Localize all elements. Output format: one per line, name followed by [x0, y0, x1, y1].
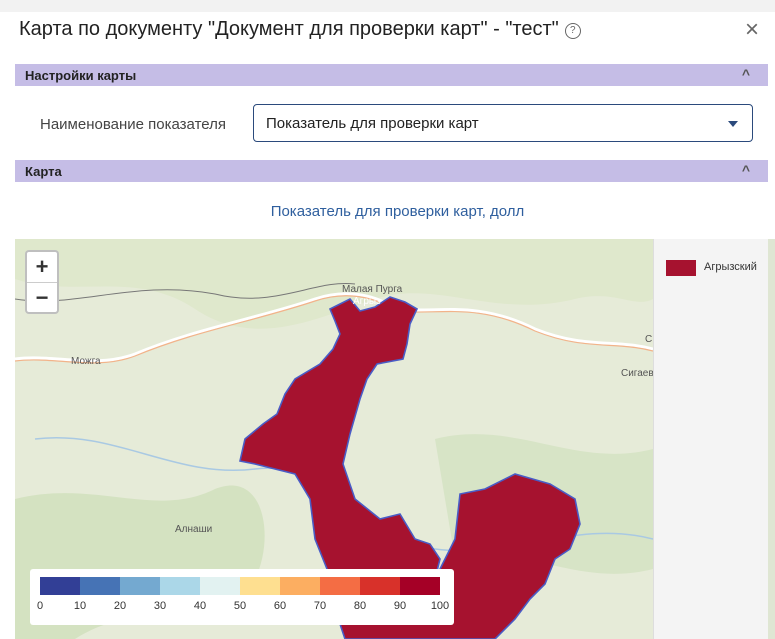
chevron-up-icon[interactable]: ^	[742, 162, 750, 178]
dialog-title-text: Карта по документу "Документ для проверк…	[19, 18, 559, 40]
map-legend: Агрызский	[653, 239, 769, 639]
zoom-out-button[interactable]: −	[27, 283, 57, 313]
town-label: Сигаево	[621, 368, 653, 379]
chevron-up-icon[interactable]: ^	[742, 66, 750, 82]
legend-swatch	[666, 260, 696, 276]
indicator-select-value: Показатель для проверки карт	[266, 115, 479, 132]
caret-down-icon[interactable]	[728, 121, 738, 127]
settings-section-header[interactable]: Настройки карты ^	[15, 64, 768, 86]
color-scale-segment	[240, 577, 280, 595]
color-scale-tick: 80	[353, 600, 367, 612]
map-edge	[768, 239, 775, 639]
color-scale-tick: 50	[233, 600, 247, 612]
map-title: Показатель для проверки карт, долл	[270, 203, 525, 220]
color-scale-tick: 10	[73, 600, 87, 612]
color-scale-segment	[120, 577, 160, 595]
color-scale-segment	[80, 577, 120, 595]
color-scale: 0 10 20 30 40 50 60 70 80 90 100	[30, 569, 454, 625]
color-scale-segment	[360, 577, 400, 595]
zoom-control: + −	[25, 250, 59, 314]
town-label: Агрыз	[353, 296, 381, 307]
indicator-select[interactable]: Показатель для проверки карт	[253, 104, 753, 142]
map-section-header[interactable]: Карта ^	[15, 160, 768, 182]
color-scale-tick: 90	[393, 600, 407, 612]
color-scale-tick: 70	[313, 600, 327, 612]
dialog-title: Карта по документу "Документ для проверк…	[19, 18, 581, 41]
close-icon[interactable]: ×	[745, 18, 759, 42]
color-scale-segment	[280, 577, 320, 595]
color-scale-segment	[160, 577, 200, 595]
color-scale-tick: 40	[193, 600, 207, 612]
legend-label: Агрызский	[704, 261, 757, 273]
town-label: С	[645, 334, 653, 345]
settings-section-label: Настройки карты	[25, 68, 137, 83]
color-scale-tick: 0	[36, 600, 44, 612]
color-scale-segment	[400, 577, 440, 595]
color-scale-tick: 100	[430, 600, 450, 612]
town-label: Малая Пурга	[342, 284, 403, 295]
town-label: Можга	[71, 356, 101, 367]
map-section-label: Карта	[25, 164, 62, 179]
top-strip	[0, 0, 775, 12]
color-scale-segment	[200, 577, 240, 595]
color-scale-tick: 30	[153, 600, 167, 612]
help-icon[interactable]: ?	[564, 23, 581, 39]
color-scale-bar	[40, 577, 440, 595]
color-scale-tick: 20	[113, 600, 127, 612]
color-scale-segment	[320, 577, 360, 595]
color-scale-segment	[40, 577, 80, 595]
color-scale-tick: 60	[273, 600, 287, 612]
town-label: Алнаши	[175, 524, 213, 535]
zoom-in-button[interactable]: +	[27, 252, 57, 283]
indicator-label: Наименование показателя	[40, 116, 226, 133]
